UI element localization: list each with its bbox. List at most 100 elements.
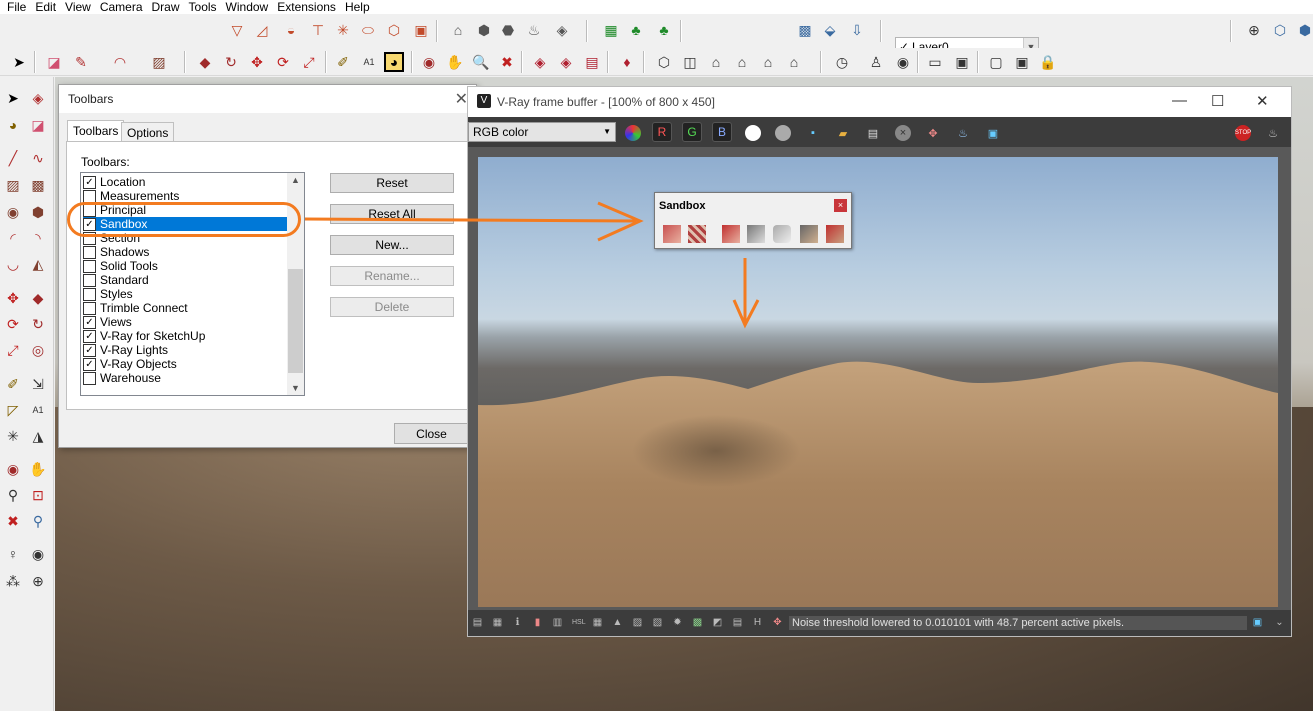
list-item[interactable]: Solid Tools xyxy=(83,259,287,273)
zoom-window-icon[interactable]: ⊡ xyxy=(27,484,49,506)
three-point-arc-icon[interactable]: ◡ xyxy=(2,253,24,275)
3d-text-icon[interactable]: ◮ xyxy=(27,425,49,447)
scale-icon[interactable]: ⤢ xyxy=(299,52,319,72)
move-icon[interactable]: ✥ xyxy=(2,287,24,309)
circle-icon[interactable]: ◉ xyxy=(2,201,24,223)
menu-tools[interactable]: Tools xyxy=(186,1,223,13)
zoom-extents-icon[interactable]: ✖ xyxy=(2,510,24,532)
rotate-icon[interactable]: ⟳ xyxy=(2,313,24,335)
ocio-icon[interactable]: ▧ xyxy=(652,617,663,628)
list-item[interactable]: Shadows xyxy=(83,245,287,259)
stamp-icon[interactable] xyxy=(747,225,765,243)
checkbox[interactable] xyxy=(83,288,96,301)
menu-draw[interactable]: Draw xyxy=(149,1,186,13)
zoom-extents-icon[interactable]: ✖ xyxy=(497,52,517,72)
extension-icon[interactable]: ⬣ xyxy=(498,20,518,40)
list-item[interactable]: Warehouse xyxy=(83,371,287,385)
menu-window[interactable]: Window xyxy=(223,1,275,13)
menu-view[interactable]: View xyxy=(62,1,97,13)
follow-mouse-icon[interactable]: ✥ xyxy=(772,617,783,628)
dual-view-icon[interactable]: ▣ xyxy=(985,125,1001,141)
push-pull-icon[interactable]: ◆ xyxy=(195,52,215,72)
walk-icon[interactable]: ⁂ xyxy=(2,570,24,592)
srgb-icon[interactable]: ▩ xyxy=(692,617,703,628)
render-icon[interactable]: ◈ xyxy=(530,52,550,72)
component-icon[interactable]: ⬡ xyxy=(384,20,404,40)
rectangle-icon[interactable]: ▨ xyxy=(149,52,169,72)
teapot-icon[interactable]: ♨ xyxy=(955,125,971,141)
reset-button[interactable]: Reset xyxy=(330,173,454,193)
from-scratch-icon[interactable] xyxy=(688,225,706,243)
lock-icon[interactable]: 🔒 xyxy=(1038,52,1058,72)
maximize-icon[interactable]: ☐ xyxy=(1211,92,1224,110)
history-icon[interactable]: ▤ xyxy=(472,617,483,628)
menu-extensions[interactable]: Extensions xyxy=(274,1,342,13)
axes-icon[interactable]: ✳ xyxy=(2,425,24,447)
photo-textures-icon[interactable]: ▦ xyxy=(601,20,621,40)
add-detail-icon[interactable] xyxy=(800,225,818,243)
text-tool-icon[interactable]: A1 xyxy=(359,52,379,72)
arc-icon[interactable]: ◜ xyxy=(2,227,24,249)
make-component-icon[interactable]: ◈ xyxy=(27,87,49,109)
scale-icon[interactable]: ⤢ xyxy=(2,339,24,361)
smoove-icon[interactable] xyxy=(722,225,740,243)
pan-icon[interactable]: ✋ xyxy=(445,52,465,72)
stop-icon[interactable]: STOP xyxy=(1235,125,1251,141)
camera-icon[interactable]: ◷ xyxy=(832,52,852,72)
move-icon[interactable]: ✥ xyxy=(247,52,267,72)
styles-icon[interactable]: ▩ xyxy=(795,20,815,40)
right-view-icon[interactable]: ⌂ xyxy=(732,52,752,72)
menu-camera[interactable]: Camera xyxy=(97,1,149,13)
close-icon[interactable]: ✕ xyxy=(1256,92,1269,110)
paint-icon[interactable]: ▣ xyxy=(411,20,431,40)
line-icon[interactable]: ╱ xyxy=(2,147,24,169)
reset-all-button[interactable]: Reset All xyxy=(330,204,454,224)
open-folder-icon[interactable]: ▰ xyxy=(835,125,851,141)
walk-icon[interactable]: ♙ xyxy=(866,52,886,72)
eraser-icon[interactable]: ◪ xyxy=(27,114,49,136)
pencil-icon[interactable]: ✎ xyxy=(71,52,91,72)
eraser-icon[interactable]: ◪ xyxy=(44,52,64,72)
layers-icon[interactable]: ▦ xyxy=(492,617,503,628)
alpha-white-icon[interactable] xyxy=(745,125,761,141)
delete-button[interactable]: Delete xyxy=(330,297,454,317)
origin-icon[interactable]: ⊕ xyxy=(1244,20,1264,40)
axes-icon[interactable]: ✳ xyxy=(333,20,353,40)
menu-edit[interactable]: Edit xyxy=(32,1,62,13)
panel-toggle-icon[interactable]: ▣ xyxy=(1252,617,1263,628)
from-contours-icon[interactable] xyxy=(663,225,681,243)
close-icon[interactable]: × xyxy=(834,199,847,212)
orbit-icon[interactable]: ◉ xyxy=(419,52,439,72)
section-fill-icon[interactable]: ▭ xyxy=(925,52,945,72)
lens-effects-icon[interactable]: ✹ xyxy=(672,617,683,628)
color-channels-icon[interactable] xyxy=(625,125,641,141)
scenes-icon[interactable]: ⬙ xyxy=(820,20,840,40)
component-cube-icon[interactable]: ⬡ xyxy=(1270,20,1290,40)
checkbox[interactable] xyxy=(83,274,96,287)
pan-icon[interactable]: ✋ xyxy=(27,458,49,480)
flip-edge-icon[interactable] xyxy=(826,225,844,243)
list-item[interactable]: ✓V-Ray Lights xyxy=(83,343,287,357)
interactive-render-icon[interactable]: ◈ xyxy=(556,52,576,72)
download-icon[interactable]: ⇩ xyxy=(847,20,867,40)
render-teapot-icon[interactable]: ♨ xyxy=(1265,125,1281,141)
vray-settings-icon[interactable]: ▤ xyxy=(582,52,602,72)
info-icon[interactable]: ℹ xyxy=(512,617,523,628)
back-view-icon[interactable]: ⌂ xyxy=(758,52,778,72)
pie-icon[interactable]: ◭ xyxy=(27,253,49,275)
look-around-icon[interactable]: ◉ xyxy=(893,52,913,72)
orbit-icon[interactable]: ◉ xyxy=(2,458,24,480)
section-plane-icon[interactable]: ⊕ xyxy=(27,570,49,592)
checkbox[interactable] xyxy=(83,246,96,259)
dimension-icon[interactable]: ◿ xyxy=(252,20,272,40)
checkbox[interactable]: ✓ xyxy=(83,344,96,357)
arc-icon[interactable]: ◠ xyxy=(110,52,130,72)
paint-bucket-icon[interactable]: ◕ xyxy=(2,114,24,136)
previous-icon[interactable]: ⚲ xyxy=(27,510,49,532)
menu-help[interactable]: Help xyxy=(342,1,376,13)
rotate-icon[interactable]: ⟳ xyxy=(273,52,293,72)
close-button[interactable]: Close xyxy=(394,423,469,444)
share-component-icon[interactable]: ⬢ xyxy=(474,20,494,40)
list-item[interactable]: ✓V-Ray Objects xyxy=(83,357,287,371)
look-around-icon[interactable]: ◉ xyxy=(27,543,49,565)
